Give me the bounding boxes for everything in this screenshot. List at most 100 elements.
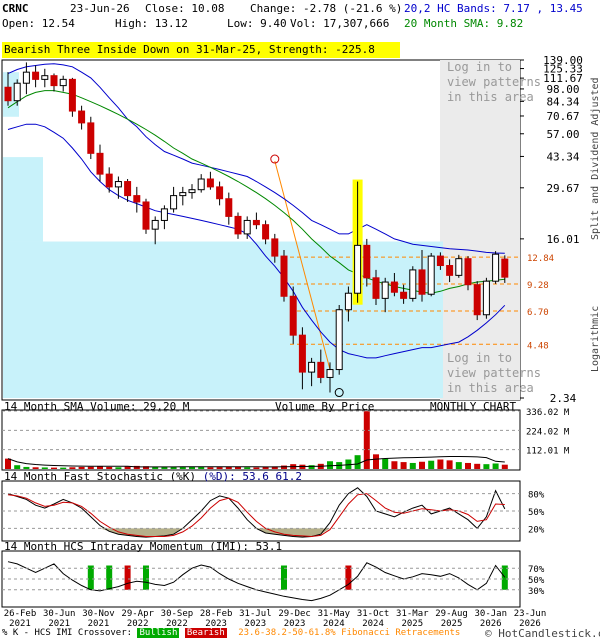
imi-panel: 14 Month HCS Intraday Momentum (IMI): 53… bbox=[1, 540, 545, 608]
volume-bar bbox=[60, 467, 67, 469]
imi-tick-label: 50% bbox=[528, 576, 545, 586]
volume-by-price-bars bbox=[3, 72, 443, 398]
candle-body bbox=[105, 173, 113, 188]
volume-bar bbox=[354, 455, 361, 469]
fib-level-label: 6.70 bbox=[527, 308, 549, 318]
candle-body bbox=[308, 361, 316, 373]
imi-tick-label: 30% bbox=[528, 587, 545, 597]
volume-bar bbox=[69, 467, 76, 469]
price-tick-label: 43.34 bbox=[546, 150, 579, 163]
volume-bar bbox=[23, 466, 30, 469]
fib-level-label: 9.28 bbox=[527, 281, 549, 291]
imi-tick-label: 70% bbox=[528, 565, 545, 575]
date-axis: 26-Feb 2021 30-Jun 2021 30-Nov 2021 29-Apr 2022… bbox=[4, 609, 547, 629]
volume-bar bbox=[97, 466, 103, 469]
stochastic-panel: 14 Month Fast Stochastic (%K) (%D): 53.6… bbox=[1, 470, 545, 542]
volume-bar bbox=[446, 460, 453, 469]
candle-body bbox=[252, 219, 260, 226]
volume-bar bbox=[5, 458, 11, 469]
crossover-bar bbox=[281, 565, 287, 590]
price-tick-label: 98.00 bbox=[546, 83, 579, 96]
candle-body bbox=[464, 258, 472, 286]
candle-body bbox=[68, 78, 76, 112]
candle-body bbox=[50, 75, 58, 87]
bearish-legend: Bearish bbox=[184, 628, 227, 638]
date-tick-label: 31-Oct 2024 bbox=[357, 609, 390, 629]
fib-level-label: 12.84 bbox=[527, 254, 554, 264]
price-tick-label: 16.01 bbox=[546, 233, 579, 246]
candle-body bbox=[206, 178, 214, 188]
candle-body bbox=[32, 71, 40, 80]
login-note-bottom[interactable]: Log in to view patterns in this area bbox=[447, 351, 541, 396]
volume-tick-label: 112.01 M bbox=[526, 447, 570, 457]
candle-body bbox=[409, 269, 417, 299]
candle-body bbox=[216, 186, 224, 200]
volume-panel: 14 Month SMA Volume: 29.20 M 336.02 M 224… bbox=[1, 400, 570, 471]
volume-bar bbox=[32, 467, 39, 469]
volume-bar bbox=[87, 466, 94, 469]
date-tick-label: 30-Jun 2021 bbox=[43, 609, 76, 629]
volume-bar bbox=[465, 462, 471, 469]
imi-lines bbox=[7, 561, 508, 602]
vbp-bar bbox=[3, 157, 43, 242]
candle-body bbox=[427, 255, 435, 295]
imi-line bbox=[7, 561, 506, 602]
volume-bar bbox=[115, 467, 122, 469]
volume-bar bbox=[428, 460, 435, 469]
volume-bar bbox=[474, 463, 481, 469]
crossover-legend: % K - HCS IMI Crossover: bbox=[2, 628, 133, 638]
price-tick-label: 29.67 bbox=[546, 182, 579, 195]
candle-body bbox=[41, 75, 49, 80]
volume-bar bbox=[455, 462, 462, 469]
fib-price-labels: 12.84 9.28 6.70 4.48 bbox=[527, 254, 554, 351]
stochastic-k-line bbox=[7, 487, 506, 538]
date-tick-label: 31-May 2024 bbox=[318, 609, 351, 629]
candle-body bbox=[225, 198, 233, 217]
candle-body bbox=[124, 181, 132, 197]
volume-bar bbox=[419, 461, 425, 469]
candle-body bbox=[418, 269, 426, 295]
candle-body bbox=[326, 369, 334, 378]
candle-body bbox=[87, 122, 95, 154]
candle-body bbox=[96, 152, 104, 175]
volume-bar bbox=[124, 466, 131, 469]
volume-bar bbox=[41, 467, 48, 469]
volume-by-price-label: Volume By Price bbox=[275, 400, 374, 413]
date-tick-label: 28-Feb 2023 bbox=[200, 609, 233, 629]
candle-body bbox=[363, 244, 371, 279]
candle-body bbox=[188, 189, 196, 194]
date-tick-label: 26-Feb 2021 bbox=[4, 609, 37, 629]
vbp-bar bbox=[3, 241, 443, 398]
candle-body bbox=[317, 361, 325, 378]
candle-body bbox=[482, 280, 490, 316]
stochastic-d-line bbox=[7, 493, 505, 538]
candle-body bbox=[271, 238, 279, 257]
candle-body bbox=[133, 195, 141, 203]
crossover-bar bbox=[87, 565, 94, 590]
volume-bar bbox=[327, 461, 333, 469]
candle-body bbox=[298, 334, 306, 373]
date-tick-label: 31-Mar 2025 bbox=[396, 609, 429, 629]
candle-body bbox=[170, 195, 178, 210]
volume-bar bbox=[501, 464, 508, 469]
candle-body bbox=[436, 255, 444, 267]
fib-legend: 23.6-38.2-50-61.8% Fibonacci Retracement… bbox=[238, 628, 461, 638]
candle-body bbox=[446, 265, 454, 276]
login-note-top[interactable]: Log in to view patterns in this area bbox=[447, 60, 541, 105]
candle-body bbox=[142, 201, 150, 230]
volume-bar bbox=[373, 454, 379, 469]
volume-bar bbox=[391, 461, 398, 469]
footer-legend: % K - HCS IMI Crossover: Bullish Bearish… bbox=[2, 628, 460, 638]
candle-body bbox=[455, 258, 463, 276]
candle-body bbox=[473, 284, 481, 316]
candle-body bbox=[13, 82, 21, 102]
candle-body bbox=[197, 178, 205, 191]
candle-body bbox=[78, 110, 86, 124]
volume-bar bbox=[78, 466, 85, 469]
stochastic-tick-label: 80% bbox=[528, 491, 545, 501]
stochastic-lines bbox=[7, 487, 506, 538]
candle-body bbox=[335, 309, 343, 371]
candle-body bbox=[4, 86, 12, 102]
price-tick-label: 57.00 bbox=[546, 128, 579, 141]
volume-bar bbox=[483, 464, 490, 469]
